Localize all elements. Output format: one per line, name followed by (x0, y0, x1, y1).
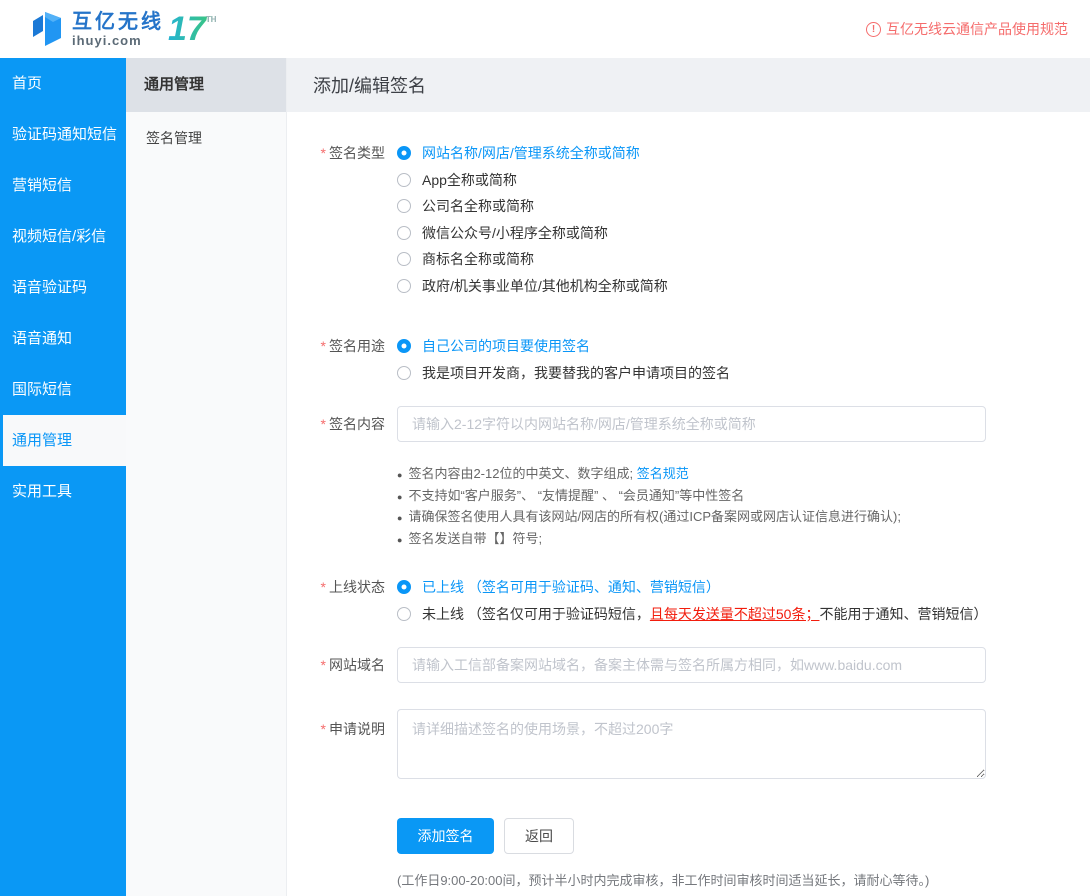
anniversary-badge: 17TH (168, 12, 217, 46)
sign-content-notes: ●签名内容由2-12位的中英文、数字组成; 签名规范 ●不支持如“客户服务”、 … (397, 464, 901, 550)
logo-icon (30, 9, 64, 49)
sidebar-item-verification-sms[interactable]: 验证码通知短信 (0, 109, 126, 160)
page-header: 添加/编辑签名 (287, 58, 1090, 112)
bullet-icon: ● (397, 465, 402, 486)
logo: 互亿无线 ihuyi.com 17TH (30, 9, 217, 49)
online-status-options: 已上线 （签名可用于验证码、通知、营销短信） 未上线 （签名仅可用于验证码短信，… (397, 574, 987, 627)
sign-purpose-options: 自己公司的项目要使用签名 我是项目开发商，我要替我的客户申请项目的签名 (397, 333, 730, 386)
note-line: ●签名内容由2-12位的中英文、数字组成; 签名规范 (397, 464, 901, 486)
radio-unchecked-icon[interactable] (397, 607, 411, 621)
add-signature-button[interactable]: 添加签名 (397, 818, 494, 854)
radio-unchecked-icon[interactable] (397, 199, 411, 213)
sidebar-item-voice-notice[interactable]: 语音通知 (0, 313, 126, 364)
brand-name-cn: 互亿无线 (72, 12, 164, 32)
usage-policy-label: 互亿无线云通信产品使用规范 (886, 19, 1068, 39)
sidebar-item-general-management[interactable]: 通用管理 (0, 415, 126, 466)
radio-unchecked-icon[interactable] (397, 279, 411, 293)
sign-purpose-option-1[interactable]: 我是项目开发商，我要替我的客户申请项目的签名 (397, 360, 730, 387)
top-header: 互亿无线 ihuyi.com 17TH ! 互亿无线云通信产品使用规范 (0, 0, 1090, 58)
radio-unchecked-icon[interactable] (397, 252, 411, 266)
domain-input[interactable] (397, 647, 986, 683)
sidebar-item-home[interactable]: 首页 (0, 58, 126, 109)
radio-unchecked-icon[interactable] (397, 173, 411, 187)
signature-form: *签名类型 网站名称/网店/管理系统全称或简称 App全称或简称 公司名全称或简… (287, 112, 1090, 889)
note-line: ●不支持如“客户服务”、 “友情提醒” 、 “会员通知”等中性签名 (397, 486, 901, 508)
radio-checked-icon[interactable] (397, 339, 411, 353)
sidebar-item-international-sms[interactable]: 国际短信 (0, 364, 126, 415)
note-line: ●签名发送自带【】符号; (397, 529, 901, 551)
back-button[interactable]: 返回 (504, 818, 574, 854)
submenu-item-signature-management[interactable]: 签名管理 (126, 112, 286, 164)
online-status-label: *上线状态 (287, 574, 385, 600)
sign-purpose-option-0[interactable]: 自己公司的项目要使用签名 (397, 333, 730, 360)
bullet-icon: ● (397, 530, 402, 551)
online-status-option-1[interactable]: 未上线 （签名仅可用于验证码短信，且每天发送量不超过50条；不能用于通知、营销短… (397, 601, 987, 628)
sign-type-option-3[interactable]: 微信公众号/小程序全称或简称 (397, 220, 668, 247)
sign-type-option-0[interactable]: 网站名称/网店/管理系统全称或简称 (397, 140, 668, 167)
radio-checked-icon[interactable] (397, 580, 411, 594)
radio-unchecked-icon[interactable] (397, 366, 411, 380)
sidebar-item-video-sms[interactable]: 视频短信/彩信 (0, 211, 126, 262)
sign-content-input[interactable] (397, 406, 986, 442)
sign-type-option-4[interactable]: 商标名全称或简称 (397, 246, 668, 273)
sign-content-label: *签名内容 (287, 406, 385, 442)
radio-checked-icon[interactable] (397, 146, 411, 160)
submenu-title: 通用管理 (126, 58, 286, 112)
sidebar-item-tools[interactable]: 实用工具 (0, 466, 126, 517)
description-label: *申请说明 (287, 709, 385, 739)
domain-label: *网站域名 (287, 647, 385, 683)
sign-type-option-2[interactable]: 公司名全称或简称 (397, 193, 668, 220)
bullet-icon: ● (397, 487, 402, 508)
review-time-note: (工作日9:00-20:00间，预计半小时内完成审核，非工作时间审核时间适当延长… (397, 870, 929, 889)
primary-sidebar: 首页 验证码通知短信 营销短信 视频短信/彩信 语音验证码 语音通知 国际短信 … (0, 58, 126, 896)
sign-type-options: 网站名称/网店/管理系统全称或简称 App全称或简称 公司名全称或简称 微信公众… (397, 140, 668, 299)
info-circle-icon: ! (866, 22, 881, 37)
page-title: 添加/编辑签名 (313, 72, 426, 98)
sign-purpose-label: *签名用途 (287, 333, 385, 359)
sign-type-option-5[interactable]: 政府/机关事业单位/其他机构全称或简称 (397, 273, 668, 300)
usage-policy-link[interactable]: ! 互亿无线云通信产品使用规范 (866, 19, 1068, 39)
sidebar-item-voice-captcha[interactable]: 语音验证码 (0, 262, 126, 313)
description-textarea[interactable] (397, 709, 986, 779)
radio-unchecked-icon[interactable] (397, 226, 411, 240)
sidebar-item-marketing-sms[interactable]: 营销短信 (0, 160, 126, 211)
daily-limit-warning: 且每天发送量不超过50条； (650, 606, 820, 622)
secondary-sidebar: 通用管理 签名管理 (126, 58, 287, 896)
note-line: ●请确保签名使用人具有该网站/网店的所有权(通过ICP备案网或网店认证信息进行确… (397, 507, 901, 529)
online-status-option-0[interactable]: 已上线 （签名可用于验证码、通知、营销短信） (397, 574, 987, 601)
bullet-icon: ● (397, 508, 402, 529)
signature-rules-link[interactable]: 签名规范 (637, 466, 689, 481)
sign-type-option-1[interactable]: App全称或简称 (397, 167, 668, 194)
main-content: 添加/编辑签名 *签名类型 网站名称/网店/管理系统全称或简称 App全称或简称 (287, 58, 1090, 896)
sign-type-label: *签名类型 (287, 140, 385, 166)
brand-name-en: ihuyi.com (72, 34, 164, 47)
